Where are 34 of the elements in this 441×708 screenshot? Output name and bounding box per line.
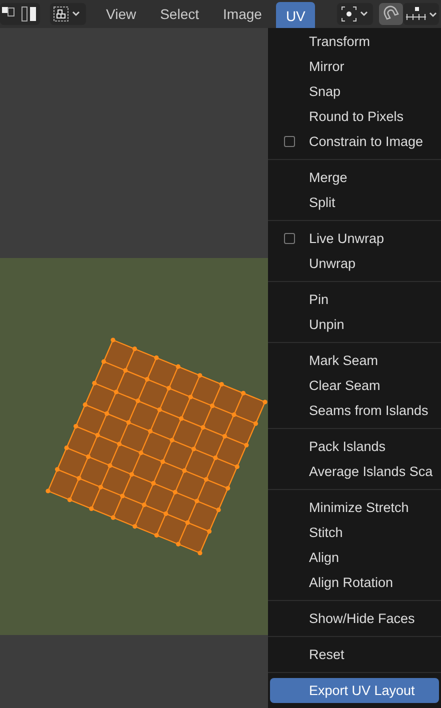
checkbox[interactable] [284,233,295,244]
menu-item[interactable]: Mark Seam [270,348,439,373]
menu-item[interactable]: Show/Hide Faces [270,606,439,631]
menu-item[interactable]: Clear Seam [270,373,439,398]
menu-button[interactable]: Select [150,2,210,26]
menu-item[interactable]: Export UV Layout [270,678,439,703]
menu-button[interactable]: Image [213,2,272,26]
menu-item[interactable]: Reset [270,642,439,667]
menu-item[interactable]: Unwrap [270,251,439,276]
menu-item[interactable]: Pack Islands [270,434,439,459]
menu-item[interactable]: Stitch [270,520,439,545]
pivot-dropdown[interactable] [337,3,374,25]
menu-item[interactable]: Average Islands Sca [270,459,439,484]
menu-item[interactable]: Snap [270,79,439,104]
menu-item[interactable]: Seams from Islands [270,398,439,423]
snap-settings-dropdown[interactable] [403,3,440,25]
snap-toggle[interactable] [379,3,404,25]
menu-item[interactable]: Split [270,190,439,215]
menu-item[interactable]: Round to Pixels [270,104,439,129]
menu-item[interactable]: Constrain to Image [270,129,439,154]
menu-item[interactable]: Align [270,545,439,570]
menu-item[interactable]: Merge [270,165,439,190]
menu-item[interactable]: Minimize Stretch [270,495,439,520]
menu-item[interactable]: Live Unwrap [270,226,439,251]
menu-item[interactable]: Unpin [270,312,439,337]
menu-button[interactable]: View [96,2,146,26]
menu-item[interactable]: Pin [270,287,439,312]
checkbox[interactable] [284,136,295,147]
menu-item[interactable]: Mirror [270,54,439,79]
menu-button[interactable]: UV [276,2,316,30]
menu-item[interactable]: Align Rotation [270,570,439,595]
menu-item[interactable]: Transform [270,29,439,54]
editor-mode-icon[interactable] [0,3,40,25]
select-mode-dropdown[interactable] [50,3,86,25]
